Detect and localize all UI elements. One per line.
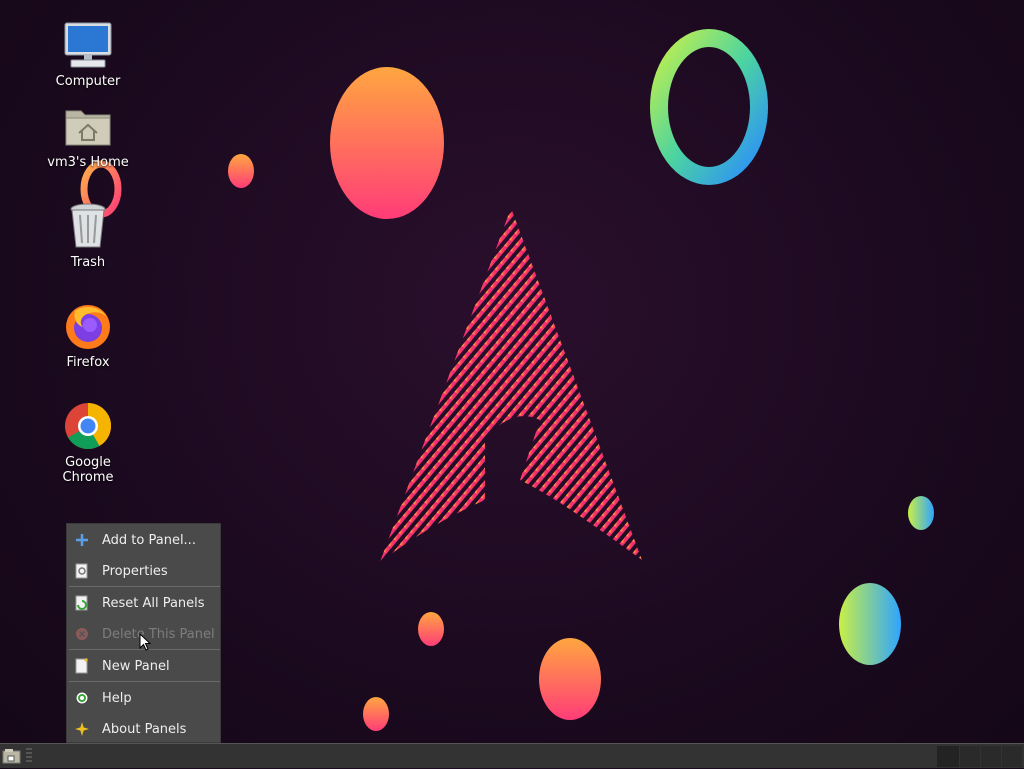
menu-item-label: New Panel bbox=[102, 658, 170, 674]
menu-item-reset-all-panels[interactable]: Reset All Panels bbox=[67, 589, 220, 617]
desktop-icon-label: Firefox bbox=[66, 355, 110, 370]
menu-item-label: Reset All Panels bbox=[102, 595, 205, 611]
orange-blob-small bbox=[228, 154, 254, 188]
properties-icon bbox=[74, 563, 90, 579]
plus-icon bbox=[74, 532, 90, 548]
menu-item-properties[interactable]: Properties bbox=[67, 557, 220, 585]
computer-icon bbox=[64, 22, 112, 68]
orange-blob-tiny bbox=[363, 697, 389, 731]
bottom-panel[interactable] bbox=[0, 743, 1024, 768]
new-panel-icon bbox=[74, 658, 90, 674]
mouse-cursor-icon bbox=[139, 633, 151, 651]
orange-blob-large bbox=[330, 67, 444, 219]
arch-logo bbox=[380, 208, 642, 562]
chrome-icon bbox=[65, 403, 112, 449]
menu-separator bbox=[69, 586, 220, 587]
desktop-icon-chrome[interactable]: Google Chrome bbox=[38, 401, 138, 485]
workspace-1[interactable] bbox=[937, 746, 959, 767]
reset-icon bbox=[74, 595, 90, 611]
desktop-icon-label: Computer bbox=[55, 74, 121, 89]
delete-icon bbox=[74, 626, 90, 642]
desktop-icon-label: Google Chrome bbox=[62, 455, 114, 485]
orange-blob-mid bbox=[418, 612, 444, 646]
desktop-icon-trash[interactable]: Trash bbox=[38, 201, 138, 270]
menu-item-help[interactable]: Help bbox=[67, 684, 220, 712]
show-desktop-button[interactable] bbox=[2, 747, 22, 765]
menu-item-label: About Panels bbox=[102, 721, 187, 737]
gradient-ring-large bbox=[650, 29, 768, 185]
desktop-icon-computer[interactable]: Computer bbox=[38, 20, 138, 89]
menu-separator bbox=[69, 681, 220, 682]
menu-item-about-panels[interactable]: About Panels bbox=[67, 715, 220, 743]
desktop-icon-label: Trash bbox=[70, 255, 106, 270]
menu-item-label: Help bbox=[102, 690, 132, 706]
menu-item-add-to-panel[interactable]: Add to Panel... bbox=[67, 526, 220, 554]
star-icon bbox=[74, 721, 90, 737]
desktop-icon-home[interactable]: vm3's Home bbox=[38, 101, 138, 170]
menu-item-new-panel[interactable]: New Panel bbox=[67, 652, 220, 680]
workspace-3[interactable] bbox=[981, 746, 1001, 767]
panel-handle[interactable] bbox=[26, 748, 32, 764]
trash-icon bbox=[70, 203, 106, 248]
green-blue-blob-large bbox=[839, 583, 901, 665]
home-folder-icon bbox=[65, 110, 111, 146]
show-desktop-icon bbox=[2, 749, 21, 764]
firefox-icon bbox=[66, 305, 110, 349]
menu-item-label: Delete This Panel bbox=[102, 626, 215, 642]
workspace-2[interactable] bbox=[960, 746, 980, 767]
orange-blob-bottom bbox=[539, 638, 601, 720]
menu-item-label: Add to Panel... bbox=[102, 532, 196, 548]
help-icon bbox=[74, 690, 90, 706]
desktop-icon-label: vm3's Home bbox=[47, 155, 129, 170]
menu-item-label: Properties bbox=[102, 563, 168, 579]
desktop-icon-firefox[interactable]: Firefox bbox=[38, 301, 138, 370]
workspace-4[interactable] bbox=[1002, 746, 1022, 767]
green-blue-blob-small bbox=[908, 496, 934, 530]
